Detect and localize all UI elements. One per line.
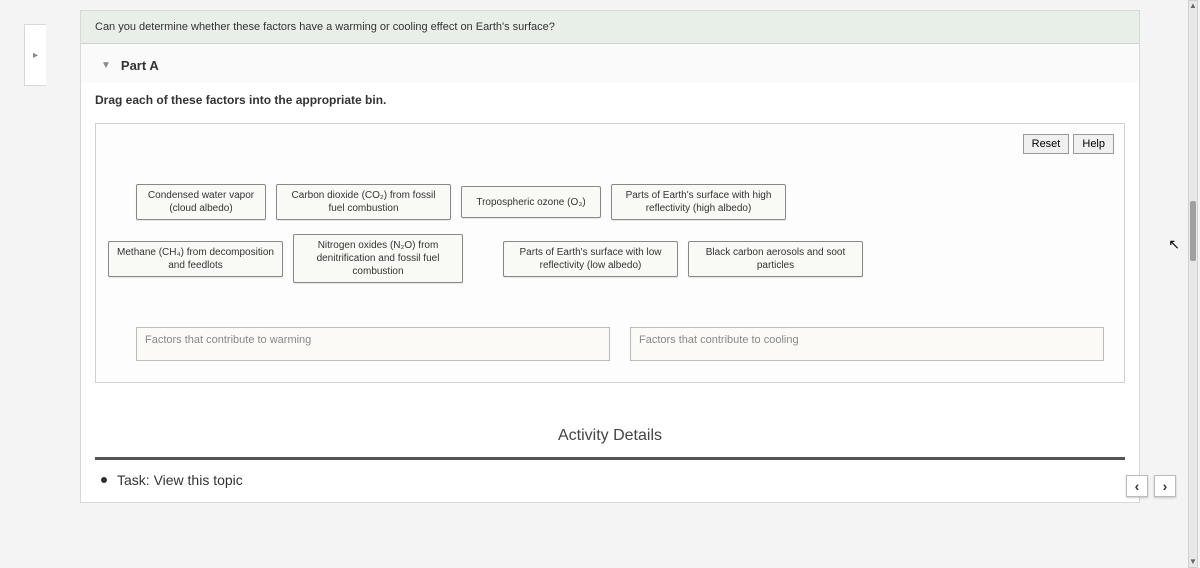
question-header: Can you determine whether these factors … [81, 11, 1139, 44]
bins-row: Factors that contribute to warming Facto… [136, 327, 1104, 361]
draggable-card[interactable]: Methane (CH₄) from decomposition and fee… [108, 241, 283, 277]
bin-warming-label: Factors that contribute to warming [145, 334, 311, 346]
part-bar[interactable]: ▼ Part A [81, 44, 1139, 83]
scrollbar-thumb[interactable] [1190, 201, 1196, 261]
bin-cooling[interactable]: Factors that contribute to cooling [630, 327, 1104, 361]
question-text: Can you determine whether these factors … [95, 21, 555, 33]
bullet-icon [101, 477, 107, 483]
page-nav-arrows: ‹ › [1126, 475, 1176, 497]
card-row-2: Methane (CH₄) from decomposition and fee… [136, 234, 1104, 283]
bin-warming[interactable]: Factors that contribute to warming [136, 327, 610, 361]
activity-details-heading: Activity Details [81, 403, 1139, 457]
scroll-up-icon[interactable]: ▲ [1189, 1, 1197, 11]
next-page-button[interactable]: › [1154, 475, 1176, 497]
draggable-card[interactable]: Nitrogen oxides (N₂O) from denitrificati… [293, 234, 463, 283]
prev-page-button[interactable]: ‹ [1126, 475, 1148, 497]
instructions: Drag each of these factors into the appr… [81, 83, 1139, 117]
divider-rule [95, 457, 1125, 460]
content-sheet: Can you determine whether these factors … [80, 10, 1140, 503]
drag-drop-workspace: Reset Help Condensed water vapor (cloud … [95, 123, 1125, 383]
task-text: Task: View this topic [117, 472, 243, 488]
reset-button[interactable]: Reset [1023, 134, 1070, 154]
scroll-down-icon[interactable]: ▼ [1189, 557, 1197, 567]
workspace-buttons: Reset Help [1023, 134, 1114, 154]
side-expand-tab[interactable]: ▸ [24, 24, 46, 86]
part-label: Part A [121, 58, 159, 73]
draggable-card[interactable]: Condensed water vapor (cloud albedo) [136, 184, 266, 220]
vertical-scrollbar[interactable]: ▲ ▼ [1188, 0, 1198, 568]
draggable-card[interactable]: Carbon dioxide (CO₂) from fossil fuel co… [276, 184, 451, 220]
draggable-card[interactable]: Black carbon aerosols and soot particles [688, 241, 863, 277]
draggable-card[interactable]: Parts of Earth's surface with low reflec… [503, 241, 678, 277]
cursor-icon: ↖ [1168, 236, 1180, 253]
draggable-card[interactable]: Tropospheric ozone (O₃) [461, 186, 601, 218]
bin-cooling-label: Factors that contribute to cooling [639, 334, 799, 346]
draggable-card[interactable]: Parts of Earth's surface with high refle… [611, 184, 786, 220]
task-row[interactable]: Task: View this topic [81, 472, 1139, 502]
chevron-down-icon: ▼ [101, 60, 111, 71]
card-area: Condensed water vapor (cloud albedo) Car… [96, 124, 1124, 317]
help-button[interactable]: Help [1073, 134, 1114, 154]
card-row-1: Condensed water vapor (cloud albedo) Car… [136, 184, 1104, 220]
